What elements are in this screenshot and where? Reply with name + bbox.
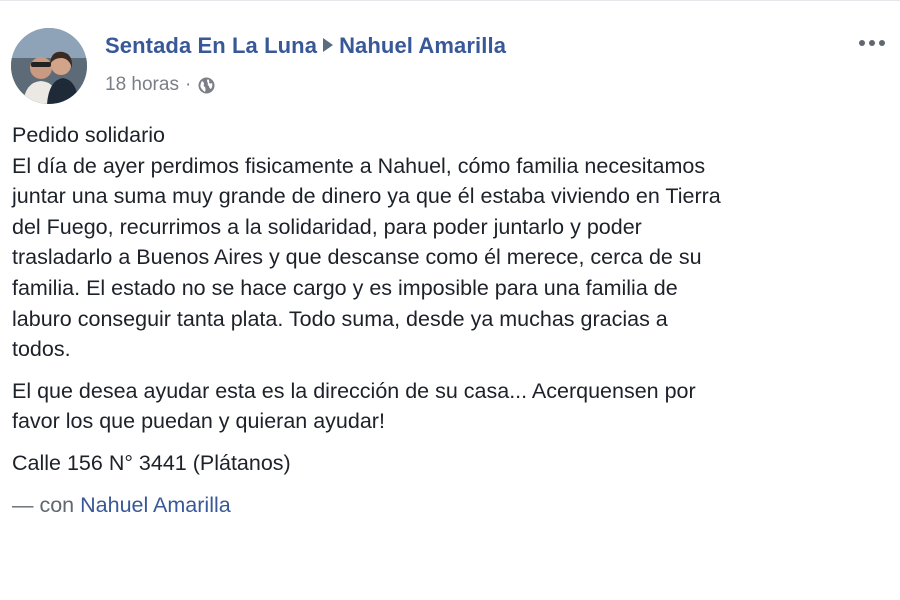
author-link[interactable]: Sentada En La Luna: [105, 33, 317, 58]
avatar[interactable]: [11, 28, 87, 104]
tagged-with: — con Nahuel Amarilla: [12, 490, 892, 521]
post-text-line: trasladarlo a Buenos Aires y que descans…: [12, 245, 702, 270]
post-text-line: juntar una suma muy grande de dinero ya …: [12, 184, 721, 209]
facebook-post: Sentada En La Luna Nahuel Amarilla 18 hor…: [0, 0, 900, 600]
post-text-line: El que desea ayudar esta es la dirección…: [12, 378, 696, 403]
paragraph-2: El que desea ayudar esta es la dirección…: [12, 376, 892, 437]
tagged-person-link[interactable]: Nahuel Amarilla: [80, 493, 231, 517]
post-text-line: laburo conseguir tanta plata. Todo suma,…: [12, 306, 668, 331]
recipient-link[interactable]: Nahuel Amarilla: [339, 33, 506, 58]
post-body: Pedido solidario El día de ayer perdimos…: [12, 120, 892, 531]
more-options-icon[interactable]: [854, 31, 890, 55]
timestamp-link[interactable]: 18 horas: [105, 74, 179, 96]
post-meta: 18 horas ·: [105, 74, 216, 96]
post-text-line: favor los que puedan y quieran ayudar!: [12, 409, 385, 434]
paragraph-1: Pedido solidario El día de ayer perdimos…: [12, 120, 892, 365]
post-text-line: todos.: [12, 337, 71, 362]
globe-icon[interactable]: [197, 76, 216, 95]
post-header: Sentada En La Luna Nahuel Amarilla: [105, 33, 506, 59]
post-text-line: familia. El estado no se hace cargo y es…: [12, 275, 678, 300]
post-text-line: Pedido solidario: [12, 123, 165, 147]
paragraph-3: Calle 156 N° 3441 (Plátanos): [12, 448, 892, 479]
post-text-line: Calle 156 N° 3441 (Plátanos): [12, 450, 291, 475]
post-text-line: del Fuego, recurrimos a la solidaridad, …: [12, 214, 642, 239]
tagged-prefix: — con: [12, 492, 75, 517]
meta-separator: ·: [184, 74, 192, 95]
right-triangle-icon: [323, 38, 334, 52]
post-text-line: El día de ayer perdimos fisicamente a Na…: [12, 153, 706, 178]
